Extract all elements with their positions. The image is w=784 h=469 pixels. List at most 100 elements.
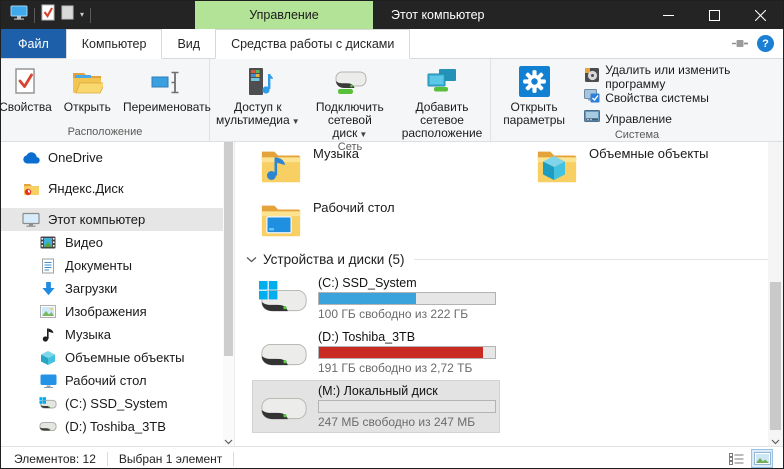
sidebar-scroll-down-icon[interactable] xyxy=(223,439,234,445)
toolbar-separator xyxy=(90,8,91,23)
properties-quick-icon[interactable] xyxy=(41,4,55,26)
drive-name: (C:) SSD_System xyxy=(318,276,496,290)
drive-name: (M:) Локальный диск xyxy=(318,384,496,398)
this-pc-icon xyxy=(22,212,40,227)
sidebar-item-3d-objects[interactable]: Объемные объекты xyxy=(1,346,223,369)
ribbon: Свойства Открыть Переименовать Расположе… xyxy=(1,59,783,142)
manage-button[interactable]: Управление xyxy=(579,108,783,129)
customize-toolbar-chevron-icon[interactable]: ▾ xyxy=(80,11,84,19)
dropdown-arrow-icon: ▼ xyxy=(292,117,300,126)
sidebar-item-drive-c[interactable]: (C:) SSD_System xyxy=(1,392,223,415)
devices-and-drives-section-header[interactable]: Устройства и диски (5) xyxy=(246,252,768,267)
drive-free-space: 191 ГБ свободно из 2,72 ТБ xyxy=(318,361,496,375)
sidebar-scrollbar[interactable] xyxy=(223,142,234,446)
main-scrollbar-thumb[interactable] xyxy=(770,282,781,430)
media-server-icon xyxy=(242,64,274,99)
ribbon-tab-row: Файл Компьютер Вид Средства работы с дис… xyxy=(1,29,783,59)
status-bar: Элементов: 12 Выбран 1 элемент xyxy=(1,446,783,469)
new-folder-quick-icon[interactable] xyxy=(61,5,74,25)
drive-tile-d[interactable]: (D:) Toshiba_3TB 191 ГБ свободно из 2,72… xyxy=(252,326,500,379)
map-network-drive-button[interactable]: Подключить сетевой диск▼ xyxy=(306,62,394,141)
drive-icon xyxy=(259,389,309,429)
navigation-pane: OneDrive Яндекс.Диск Этот компьютер Виде… xyxy=(1,142,223,446)
folder-tile-desktop[interactable]: Рабочий стол xyxy=(259,198,535,242)
uninstall-program-button[interactable]: Удалить или изменить программу xyxy=(579,66,783,87)
details-view-button[interactable] xyxy=(725,449,747,468)
sidebar-item-yandex-disk[interactable]: Яндекс.Диск xyxy=(1,177,223,200)
documents-icon xyxy=(39,258,57,274)
this-pc-icon[interactable] xyxy=(10,5,28,25)
system-properties-icon xyxy=(584,88,600,107)
toolbar-separator xyxy=(34,8,35,23)
large-icons-view-button[interactable] xyxy=(751,449,773,468)
main-scrollbar[interactable] xyxy=(768,142,783,446)
cube-icon xyxy=(39,350,57,366)
drive-usage-bar xyxy=(318,292,496,305)
tab-disk-tools[interactable]: Средства работы с дисками xyxy=(215,29,410,59)
quick-access-toolbar: ▾ xyxy=(1,1,91,29)
explorer-window: ▾ Управление Этот компьютер Файл Компьют… xyxy=(0,0,784,469)
sidebar-item-pictures[interactable]: Изображения xyxy=(1,300,223,323)
tab-computer[interactable]: Компьютер xyxy=(66,29,163,59)
rename-button[interactable]: Переименовать xyxy=(117,62,217,114)
close-button[interactable] xyxy=(737,1,783,29)
maximize-button[interactable] xyxy=(691,1,737,29)
properties-button[interactable]: Свойства xyxy=(0,62,58,114)
window-title: Этот компьютер xyxy=(391,1,484,29)
pin-ribbon-icon[interactable] xyxy=(732,35,748,53)
items-count: Элементов: 12 xyxy=(14,452,96,466)
sidebar-scrollbar-thumb[interactable] xyxy=(224,142,233,356)
collapse-chevron-icon[interactable] xyxy=(246,256,257,263)
network-drive-icon xyxy=(332,64,368,99)
uninstall-program-icon xyxy=(584,67,600,86)
dropdown-arrow-icon: ▼ xyxy=(359,130,367,139)
main-scroll-down-icon[interactable] xyxy=(768,439,783,445)
desktop-folder-icon xyxy=(259,198,303,242)
minimize-button[interactable] xyxy=(645,1,691,29)
sidebar-item-videos[interactable]: Видео xyxy=(1,231,223,254)
drive-usage-fill xyxy=(319,347,483,358)
sidebar-item-this-pc[interactable]: Этот компьютер xyxy=(1,208,223,231)
folders-grid: Музыка Объемные объекты Рабочий стол xyxy=(259,144,768,242)
help-button[interactable]: ? xyxy=(757,35,774,52)
properties-icon xyxy=(10,64,40,99)
onedrive-cloud-icon xyxy=(22,152,40,164)
tab-view[interactable]: Вид xyxy=(162,29,215,58)
contextual-tab-manage[interactable]: Управление xyxy=(195,1,373,29)
open-settings-button[interactable]: Открыть параметры xyxy=(491,62,577,127)
open-button[interactable]: Открыть xyxy=(58,62,117,114)
drive-icon xyxy=(39,420,57,433)
windows-logo-icon xyxy=(259,281,278,305)
sidebar-item-onedrive[interactable]: OneDrive xyxy=(1,146,223,169)
ribbon-group-network: Доступ к мультимедиа▼ Подключить сетевой… xyxy=(210,59,491,141)
manage-icon xyxy=(584,110,600,127)
drive-free-space: 100 ГБ свободно из 222 ГБ xyxy=(318,307,496,321)
system-properties-button[interactable]: Свойства системы xyxy=(579,87,783,108)
tab-file[interactable]: Файл xyxy=(1,29,66,58)
sidebar-item-documents[interactable]: Документы xyxy=(1,254,223,277)
sidebar-item-desktop[interactable]: Рабочий стол xyxy=(1,369,223,392)
music-folder-icon xyxy=(259,144,303,188)
sidebar-item-music[interactable]: Музыка xyxy=(1,323,223,346)
status-separator xyxy=(233,452,234,466)
add-network-location-button[interactable]: Добавить сетевое расположение xyxy=(394,62,490,140)
drive-tile-m-selected[interactable]: (M:) Локальный диск 247 МБ свободно из 2… xyxy=(252,380,500,433)
system-drive-icon xyxy=(39,396,57,411)
drive-name: (D:) Toshiba_3TB xyxy=(318,330,496,344)
drive-usage-bar xyxy=(318,346,496,359)
videos-icon xyxy=(39,236,57,249)
sidebar-item-drive-d[interactable]: (D:) Toshiba_3TB xyxy=(1,415,223,438)
drive-tile-c[interactable]: (C:) SSD_System 100 ГБ свободно из 222 Г… xyxy=(252,272,500,325)
media-access-button[interactable]: Доступ к мультимедиа▼ xyxy=(210,62,306,128)
title-bar: ▾ Управление Этот компьютер xyxy=(1,1,783,29)
content-area: OneDrive Яндекс.Диск Этот компьютер Виде… xyxy=(1,142,783,446)
desktop-icon xyxy=(39,374,57,388)
folder-tile-music[interactable]: Музыка xyxy=(259,144,535,188)
pictures-icon xyxy=(39,305,57,318)
folder-tile-3d-objects[interactable]: Объемные объекты xyxy=(535,144,768,188)
network-location-icon xyxy=(424,64,460,99)
3d-objects-folder-icon xyxy=(535,144,579,188)
sidebar-item-downloads[interactable]: Загрузки xyxy=(1,277,223,300)
drive-free-space: 247 МБ свободно из 247 МБ xyxy=(318,415,496,429)
section-divider-line xyxy=(414,259,768,260)
